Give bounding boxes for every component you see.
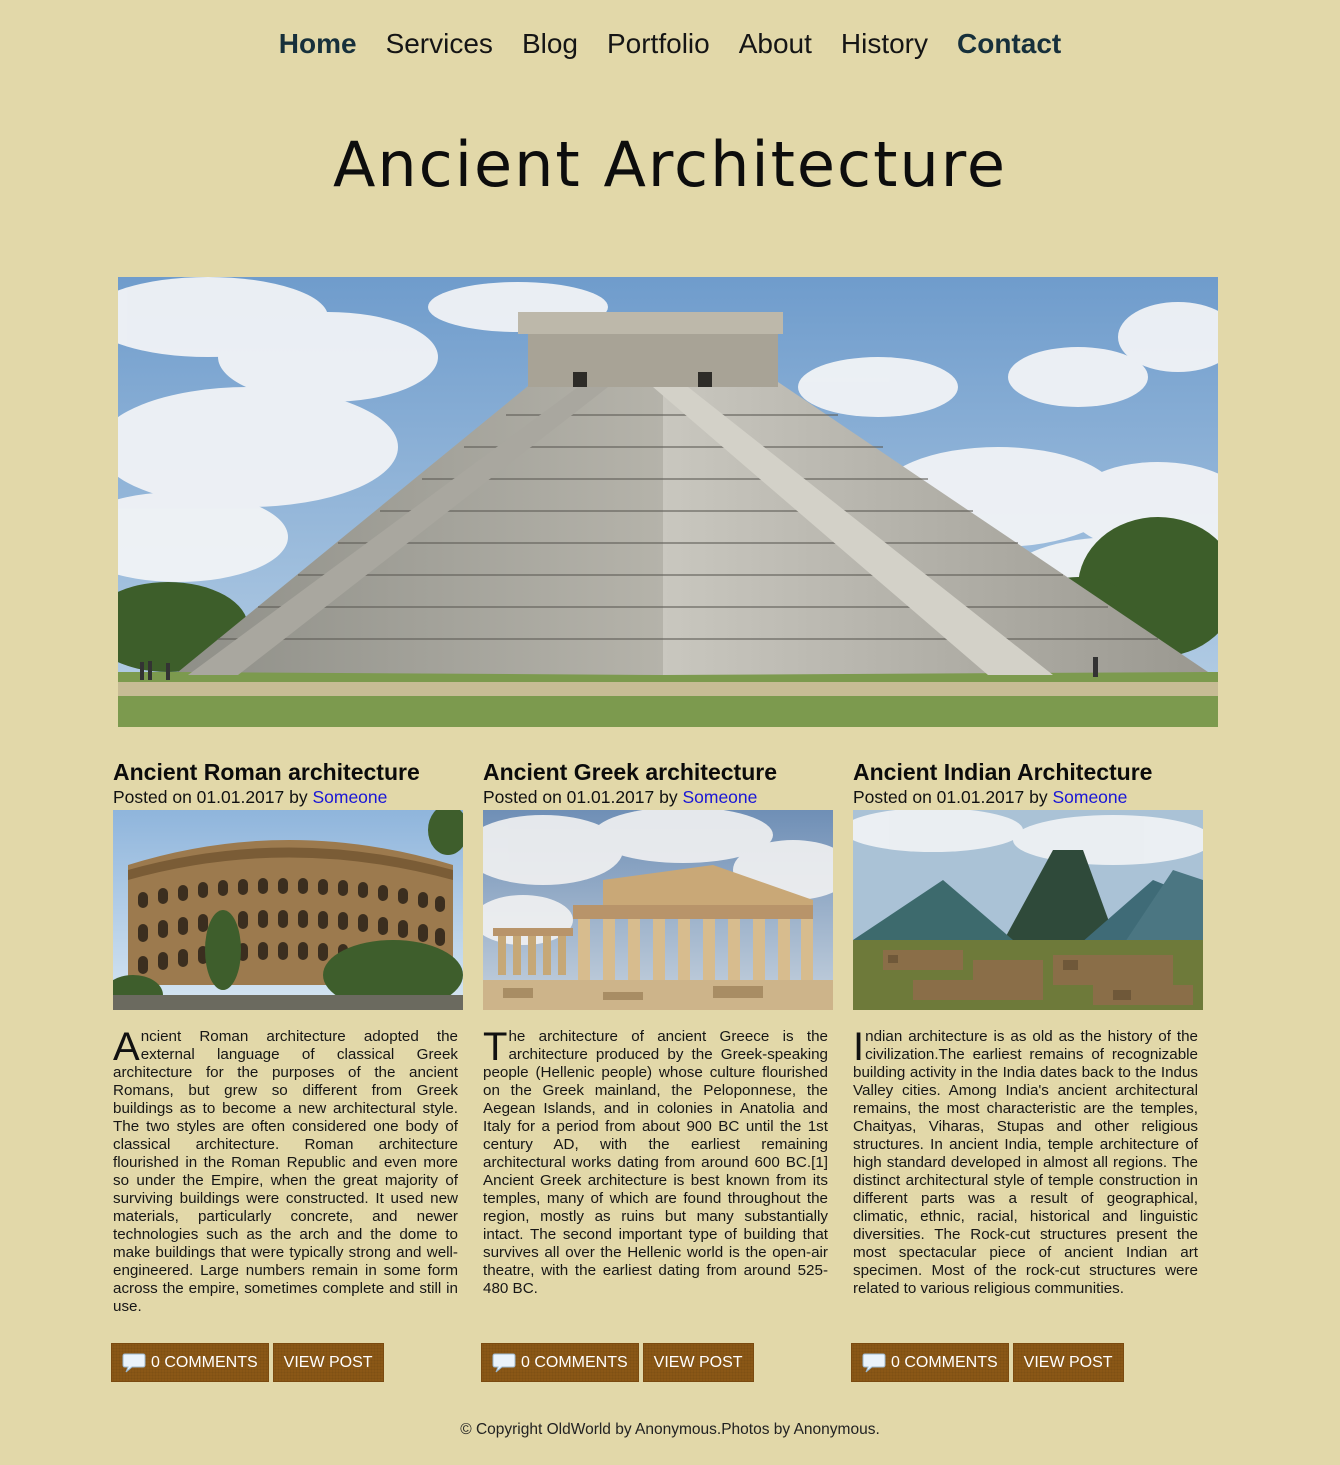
post-roman: Ancient Roman architecture Posted on 01.… — [111, 758, 463, 1382]
main-nav: Home Services Blog Portfolio About Histo… — [0, 28, 1340, 60]
comment-bubble-icon — [862, 1352, 886, 1374]
author-link[interactable]: Someone — [312, 787, 387, 807]
posted-date: Posted on 01.01.2017 by — [853, 787, 1053, 807]
view-post-button[interactable]: VIEW POST — [272, 1343, 384, 1382]
post-text: ndian architecture is as old as the hist… — [853, 1028, 1198, 1297]
post-actions: 0 COMMENTS VIEW POST — [111, 1343, 384, 1382]
dropcap: T — [483, 1025, 508, 1069]
nav-item-home[interactable]: Home — [279, 28, 357, 60]
comments-label: 0 COMMENTS — [151, 1353, 258, 1371]
post-text: ncient Roman architecture adopted the ex… — [113, 1028, 458, 1315]
view-post-button[interactable]: VIEW POST — [642, 1343, 754, 1382]
nav-item-services[interactable]: Services — [386, 28, 493, 60]
nav-item-history[interactable]: History — [841, 28, 928, 60]
post-actions: 0 COMMENTS VIEW POST — [851, 1343, 1124, 1382]
dropcap: A — [113, 1025, 140, 1069]
comment-bubble-icon — [122, 1352, 146, 1374]
nav-item-about[interactable]: About — [739, 28, 812, 60]
posted-date: Posted on 01.01.2017 by — [483, 787, 683, 807]
comments-button[interactable]: 0 COMMENTS — [851, 1343, 1009, 1382]
post-indian: Ancient Indian Architecture Posted on 01… — [851, 758, 1203, 1382]
nav-item-blog[interactable]: Blog — [522, 28, 578, 60]
comments-button[interactable]: 0 COMMENTS — [111, 1343, 269, 1382]
post-excerpt: Indian architecture is as old as the his… — [853, 1025, 1198, 1298]
post-title[interactable]: Ancient Indian Architecture — [853, 758, 1203, 786]
post-image-colosseum — [113, 810, 463, 1010]
nav-item-portfolio[interactable]: Portfolio — [607, 28, 710, 60]
author-link[interactable]: Someone — [682, 787, 757, 807]
page-title: Ancient Architecture — [332, 128, 1008, 201]
post-image-parthenon — [483, 810, 833, 1010]
comment-bubble-icon — [492, 1352, 516, 1374]
post-meta: Posted on 01.01.2017 by Someone — [113, 786, 463, 808]
post-actions: 0 COMMENTS VIEW POST — [481, 1343, 754, 1382]
hero-image — [118, 277, 1218, 727]
post-image-ruins — [853, 810, 1203, 1010]
post-text: he architecture of ancient Greece is the… — [483, 1028, 828, 1297]
comments-label: 0 COMMENTS — [891, 1353, 998, 1371]
dropcap: I — [853, 1025, 865, 1069]
posted-date: Posted on 01.01.2017 by — [113, 787, 313, 807]
post-title[interactable]: Ancient Roman architecture — [113, 758, 463, 786]
comments-button[interactable]: 0 COMMENTS — [481, 1343, 639, 1382]
post-meta: Posted on 01.01.2017 by Someone — [483, 786, 833, 808]
footer-copyright: © Copyright OldWorld by Anonymous.Photos… — [460, 1421, 880, 1438]
post-meta: Posted on 01.01.2017 by Someone — [853, 786, 1203, 808]
post-greek: Ancient Greek architecture Posted on 01.… — [481, 758, 833, 1382]
pyramid-photo — [118, 277, 1218, 727]
post-excerpt: The architecture of ancient Greece is th… — [483, 1025, 828, 1298]
nav-item-contact[interactable]: Contact — [957, 28, 1061, 60]
author-link[interactable]: Someone — [1052, 787, 1127, 807]
view-post-button[interactable]: VIEW POST — [1012, 1343, 1124, 1382]
post-title[interactable]: Ancient Greek architecture — [483, 758, 833, 786]
comments-label: 0 COMMENTS — [521, 1353, 628, 1371]
post-excerpt: Ancient Roman architecture adopted the e… — [113, 1025, 458, 1316]
